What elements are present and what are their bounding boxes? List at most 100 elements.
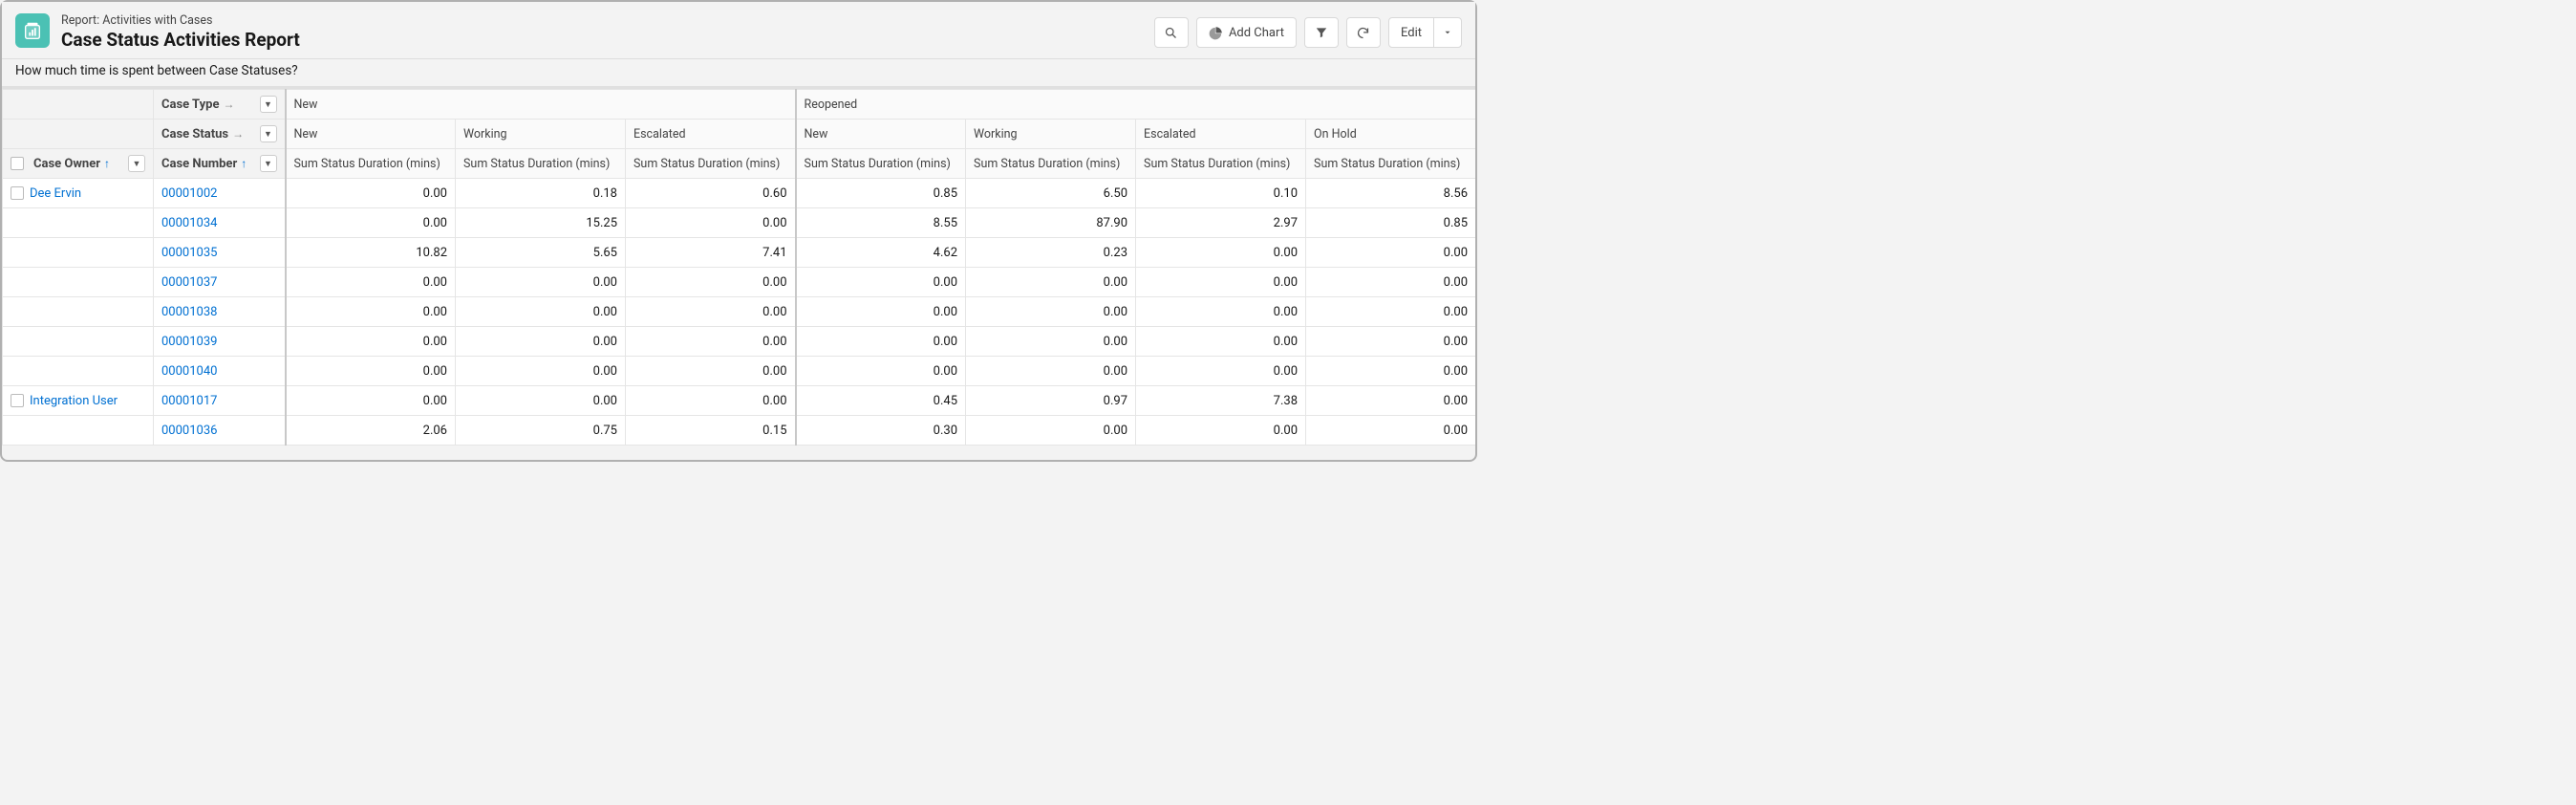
data-cell: 0.00 xyxy=(1136,416,1306,446)
refresh-icon xyxy=(1356,26,1370,40)
group-re-new[interactable]: New xyxy=(796,120,966,149)
agg-header[interactable]: Sum Status Duration (mins) xyxy=(1136,149,1306,179)
owner-cell: Integration User xyxy=(3,386,154,416)
data-cell: 5.65 xyxy=(456,238,626,268)
case-number-cell: 00001002 xyxy=(154,179,286,208)
search-icon xyxy=(1164,26,1178,40)
owner-cell xyxy=(3,327,154,357)
case-owner-header[interactable]: Case Owner ↑ ▼ xyxy=(3,149,154,179)
arrow-right-icon: → xyxy=(224,98,235,111)
data-cell: 0.00 xyxy=(966,327,1136,357)
case-number-link[interactable]: 00001040 xyxy=(161,364,217,379)
group-new-new[interactable]: New xyxy=(286,120,456,149)
data-cell: 0.97 xyxy=(966,386,1136,416)
agg-header[interactable]: Sum Status Duration (mins) xyxy=(286,149,456,179)
data-cell: 0.10 xyxy=(1136,179,1306,208)
data-cell: 2.97 xyxy=(1136,208,1306,238)
add-chart-button[interactable]: Add Chart xyxy=(1196,17,1297,48)
owner-cell xyxy=(3,208,154,238)
data-cell: 0.00 xyxy=(1306,238,1475,268)
data-cell: 0.23 xyxy=(966,238,1136,268)
case-number-header[interactable]: Case Number ↑ ▼ xyxy=(154,149,286,179)
data-cell: 4.62 xyxy=(796,238,966,268)
table-row: Integration User000010170.000.000.000.45… xyxy=(3,386,1476,416)
data-cell: 0.00 xyxy=(1136,357,1306,386)
data-cell: 0.00 xyxy=(796,327,966,357)
case-number-link[interactable]: 00001038 xyxy=(161,305,217,319)
case-number-menu[interactable]: ▼ xyxy=(260,155,277,172)
data-cell: 0.00 xyxy=(456,297,626,327)
group-new-working[interactable]: Working xyxy=(456,120,626,149)
group-new-escalated[interactable]: Escalated xyxy=(626,120,796,149)
case-number-link[interactable]: 00001017 xyxy=(161,394,217,408)
data-cell: 0.60 xyxy=(626,179,796,208)
case-number-link[interactable]: 00001039 xyxy=(161,335,217,349)
owner-cell xyxy=(3,357,154,386)
agg-header[interactable]: Sum Status Duration (mins) xyxy=(796,149,966,179)
table-row: 000010390.000.000.000.000.000.000.00 xyxy=(3,327,1476,357)
data-cell: 0.00 xyxy=(966,416,1136,446)
owner-cell xyxy=(3,416,154,446)
data-cell: 0.00 xyxy=(286,327,456,357)
owner-link[interactable]: Dee Ervin xyxy=(30,186,81,201)
row-checkbox[interactable] xyxy=(11,186,24,200)
case-number-link[interactable]: 00001034 xyxy=(161,216,217,230)
group-re-onhold[interactable]: On Hold xyxy=(1306,120,1475,149)
edit-dropdown-button[interactable] xyxy=(1433,17,1462,48)
data-cell: 0.00 xyxy=(626,357,796,386)
case-owner-menu[interactable]: ▼ xyxy=(128,155,145,172)
refresh-button[interactable] xyxy=(1346,17,1381,48)
table-row: 000010362.060.750.150.300.000.000.00 xyxy=(3,416,1476,446)
data-cell: 0.00 xyxy=(796,268,966,297)
data-cell: 7.41 xyxy=(626,238,796,268)
data-cell: 0.00 xyxy=(1306,297,1475,327)
owner-link[interactable]: Integration User xyxy=(30,394,118,408)
group-re-working[interactable]: Working xyxy=(966,120,1136,149)
data-cell: 0.00 xyxy=(286,386,456,416)
data-cell: 0.00 xyxy=(456,357,626,386)
arrow-right-icon: → xyxy=(232,127,244,141)
table-row: Dee Ervin000010020.000.180.600.856.500.1… xyxy=(3,179,1476,208)
edit-button[interactable]: Edit xyxy=(1388,17,1434,48)
group-re-escalated[interactable]: Escalated xyxy=(1136,120,1306,149)
case-number-link[interactable]: 00001037 xyxy=(161,275,217,290)
header-blank-2 xyxy=(3,120,154,149)
data-cell: 0.00 xyxy=(286,179,456,208)
data-cell: 6.50 xyxy=(966,179,1136,208)
agg-header[interactable]: Sum Status Duration (mins) xyxy=(456,149,626,179)
agg-header[interactable]: Sum Status Duration (mins) xyxy=(626,149,796,179)
case-status-header[interactable]: Case Status → ▼ xyxy=(154,120,286,149)
owner-cell: Dee Ervin xyxy=(3,179,154,208)
data-cell: 0.00 xyxy=(626,297,796,327)
select-all-owners-checkbox[interactable] xyxy=(11,157,24,170)
data-cell: 0.00 xyxy=(966,297,1136,327)
case-type-menu[interactable]: ▼ xyxy=(260,96,277,113)
group-type-new[interactable]: New xyxy=(286,90,796,120)
data-cell: 8.55 xyxy=(796,208,966,238)
data-cell: 0.00 xyxy=(456,268,626,297)
group-type-reopened[interactable]: Reopened xyxy=(796,90,1475,120)
case-number-link[interactable]: 00001036 xyxy=(161,424,217,438)
filter-button[interactable] xyxy=(1304,17,1339,48)
search-button[interactable] xyxy=(1154,17,1189,48)
data-cell: 2.06 xyxy=(286,416,456,446)
case-type-header[interactable]: Case Type → ▼ xyxy=(154,90,286,120)
case-number-cell: 00001036 xyxy=(154,416,286,446)
table-row: 0000103510.825.657.414.620.230.000.00 xyxy=(3,238,1476,268)
row-checkbox[interactable] xyxy=(11,394,24,407)
case-status-menu[interactable]: ▼ xyxy=(260,125,277,142)
data-cell: 0.00 xyxy=(966,268,1136,297)
agg-header[interactable]: Sum Status Duration (mins) xyxy=(966,149,1136,179)
data-cell: 0.00 xyxy=(456,386,626,416)
agg-header[interactable]: Sum Status Duration (mins) xyxy=(1306,149,1475,179)
report-table: Case Type → ▼ New Reopened Case Status →… xyxy=(2,86,1475,446)
data-cell: 10.82 xyxy=(286,238,456,268)
case-number-link[interactable]: 00001002 xyxy=(161,186,217,201)
data-cell: 0.85 xyxy=(796,179,966,208)
data-cell: 7.38 xyxy=(1136,386,1306,416)
sort-asc-icon: ↑ xyxy=(241,157,247,170)
data-cell: 0.00 xyxy=(626,386,796,416)
case-number-cell: 00001037 xyxy=(154,268,286,297)
case-number-link[interactable]: 00001035 xyxy=(161,246,217,260)
data-cell: 0.00 xyxy=(796,357,966,386)
